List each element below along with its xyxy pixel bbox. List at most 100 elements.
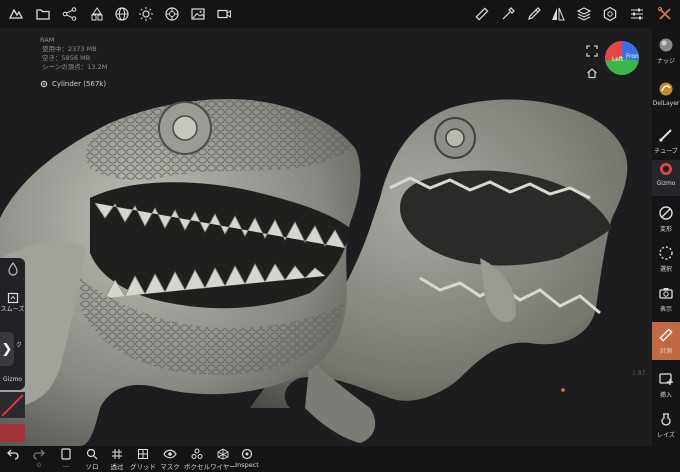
tool-label: 表示 (659, 306, 672, 313)
brush-label: スムーズ (0, 306, 25, 313)
tool-dellayer[interactable]: DelLayer (652, 80, 680, 118)
tool-label: DelLayer (652, 100, 680, 107)
cube-front-label: Fron (626, 53, 639, 60)
tool-raise[interactable]: レイズ (652, 410, 680, 442)
stats-overlay: RAM 使用中：2373 MB 空き：5856 MB シーンの頂点：13.2M (40, 36, 107, 72)
folder-icon[interactable] (33, 4, 53, 24)
grid-transparency-icon (109, 447, 125, 461)
brush-label: Gizmo (3, 376, 22, 383)
sculpt-model (0, 99, 628, 446)
home-icon[interactable] (586, 64, 598, 79)
layer-label: ... (62, 461, 70, 469)
mask-label: マスク (160, 463, 180, 471)
tool-label: 変形 (659, 226, 672, 233)
settings-icon[interactable] (600, 4, 620, 24)
brush-label: ク (15, 342, 22, 349)
tool-label: 選択 (659, 266, 672, 273)
tool-nudge[interactable]: ナッジ (652, 36, 680, 76)
mesh-label[interactable]: Cylinder (567k) (40, 80, 106, 88)
wire-icon (215, 447, 231, 461)
tool-transform[interactable]: 変形 (652, 204, 680, 236)
color-swatch-slash[interactable] (0, 392, 25, 418)
wire-button[interactable]: ワイヤー (210, 447, 236, 471)
tool-label: レイズ (657, 432, 675, 439)
redo-count: 0 (36, 461, 42, 469)
scene-graph-icon[interactable] (60, 4, 80, 24)
scene-icon[interactable] (87, 4, 107, 24)
tool-label: チューブ (654, 148, 678, 155)
mesh-gear-icon (40, 80, 48, 88)
chevron-right-icon: ❯ (1, 341, 13, 357)
nudge-icon (657, 36, 675, 54)
left-creature (0, 99, 361, 446)
smooth-icon (7, 292, 18, 304)
fullscreen-icon[interactable] (586, 42, 598, 57)
tool-display[interactable]: 表示 (652, 284, 680, 316)
tool-measure[interactable]: 計測 (652, 322, 680, 360)
voxel-icon (189, 447, 205, 461)
pivot-dot (561, 388, 565, 392)
tool-insert[interactable]: 挿入 (652, 370, 680, 402)
tool-label: Gizmo (656, 180, 676, 187)
wire-label: ワイヤー (210, 463, 236, 471)
layers-icon[interactable] (574, 4, 594, 24)
image-icon[interactable] (188, 4, 208, 24)
mesh-name: Cylinder (567k) (52, 80, 107, 88)
ruler-icon[interactable] (472, 4, 492, 24)
layer-button[interactable]: ... (58, 447, 74, 469)
brush-smooth[interactable]: スムーズ (0, 292, 25, 316)
inspect-label: Inspect (235, 461, 259, 469)
brush-gizmo[interactable]: Gizmo (0, 376, 25, 390)
tool-gizmo[interactable]: Gizmo (652, 160, 680, 196)
grid-label: グリッド (130, 463, 156, 471)
voxel-label: ボクセル (184, 463, 210, 471)
logo-icon[interactable] (6, 4, 26, 24)
del-layer-icon (657, 80, 675, 98)
tool-select[interactable]: 選択 (652, 244, 680, 276)
tools-icon[interactable] (655, 4, 675, 24)
grid-button[interactable]: グリッド (128, 447, 158, 471)
symmetry-icon[interactable] (548, 4, 568, 24)
brush-drop[interactable] (0, 262, 25, 284)
redo-button[interactable]: 0 (30, 447, 48, 469)
gizmo-icon (657, 160, 675, 178)
right-tool-panel: ナッジ DelLayer チューブ Gizmo 変形 選択 表示 計測 挿入 レ… (652, 28, 680, 446)
video-icon[interactable] (214, 4, 234, 24)
solo-button[interactable]: ソロ (82, 447, 102, 471)
left-brush-panel: スムーズ ク Gizmo (0, 258, 25, 390)
cube-left-label: Left (612, 56, 624, 63)
sliders-icon[interactable] (627, 4, 647, 24)
solo-label: ソロ (85, 463, 99, 471)
eye-icon (162, 447, 178, 461)
top-toolbar (0, 0, 680, 28)
material-icon[interactable] (162, 4, 182, 24)
mask-button[interactable]: マスク (158, 447, 182, 471)
tool-label: 計測 (659, 348, 672, 355)
tool-label: ナッジ (656, 58, 675, 65)
undo-button[interactable] (4, 447, 22, 461)
transparency-label: 透过 (110, 463, 124, 471)
3d-viewport[interactable] (0, 28, 652, 446)
ram-used: 使用中：2373 MB (42, 45, 97, 53)
version-label: 1.87 (632, 370, 646, 377)
pipette-icon[interactable] (524, 4, 544, 24)
ram-label: RAM (40, 36, 55, 44)
tool-label: 挿入 (659, 392, 672, 399)
search-icon (84, 447, 100, 461)
transform-icon (657, 204, 675, 222)
ram-free: 空き：5856 MB (42, 54, 91, 62)
globe-icon[interactable] (112, 4, 132, 24)
tube-icon (657, 126, 675, 144)
transparency-button[interactable]: 透过 (106, 447, 128, 471)
select-icon (657, 244, 675, 262)
sun-icon[interactable] (136, 4, 156, 24)
view-cube[interactable]: Left Fron (604, 40, 640, 76)
inspect-button[interactable]: Inspect (235, 447, 259, 469)
expand-handle[interactable]: ❯ (0, 332, 14, 366)
voxel-button[interactable]: ボクセル (182, 447, 212, 471)
color-swatch-red[interactable] (0, 424, 25, 442)
insert-icon (657, 370, 675, 388)
tool-tube[interactable]: チューブ (652, 126, 680, 156)
brush-icon[interactable] (498, 4, 518, 24)
layer-icon (58, 447, 74, 461)
